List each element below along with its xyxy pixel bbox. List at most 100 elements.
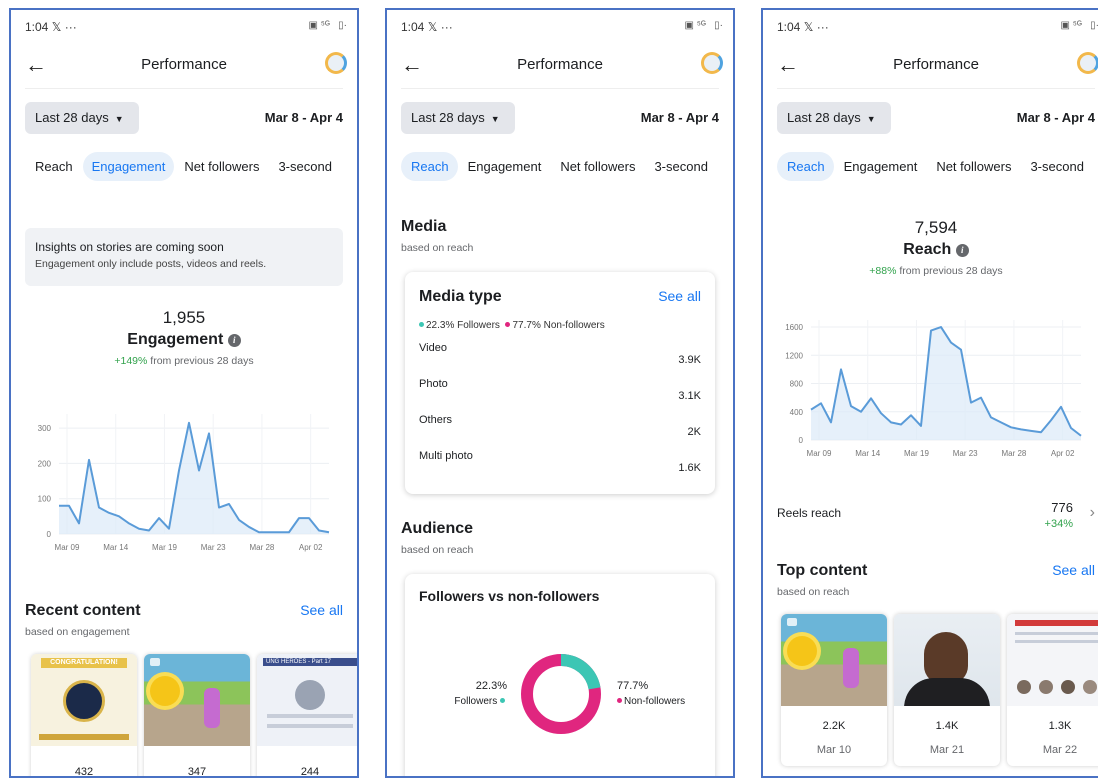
profile-avatar[interactable] bbox=[325, 52, 347, 74]
date-range-dropdown[interactable]: Last 28 days▼ bbox=[401, 102, 515, 134]
reach-label: Reach bbox=[903, 241, 951, 258]
tab-net-followers[interactable]: Net followers bbox=[175, 152, 268, 181]
tab-3-second[interactable]: 3-second bbox=[269, 152, 340, 181]
y-tick-label: 1600 bbox=[785, 323, 803, 332]
status-time: 1:04 bbox=[777, 20, 800, 34]
media-type-value: 2K bbox=[688, 426, 701, 438]
sun-character-icon bbox=[787, 636, 817, 666]
y-tick-label: 100 bbox=[38, 495, 52, 504]
speaker-avatar-icon bbox=[1039, 680, 1053, 694]
tab-engagement[interactable]: Engagement bbox=[459, 152, 551, 181]
top-bar: ← Performance bbox=[763, 50, 1098, 80]
metric-tabs: ReachEngagementNet followers3-second bbox=[25, 152, 357, 182]
followers-dot-icon bbox=[419, 322, 424, 327]
tab-reach[interactable]: Reach bbox=[25, 152, 82, 181]
reach-total: 7,594 bbox=[763, 218, 1098, 238]
content-card[interactable]: 347 bbox=[144, 654, 250, 778]
nonfollowers-dot-icon bbox=[505, 322, 510, 327]
tab-net-followers[interactable]: Net followers bbox=[551, 152, 644, 181]
date-range-dropdown[interactable]: Last 28 days▼ bbox=[777, 102, 891, 134]
status-time: 1:04 bbox=[401, 20, 424, 34]
tab-net-followers[interactable]: Net followers bbox=[927, 152, 1020, 181]
media-type-card: Media type See all 22.3% Followers 77.7%… bbox=[405, 272, 715, 494]
top-content-card[interactable]: 2.2K Mar 10 bbox=[781, 614, 887, 766]
tab-3-second[interactable]: 3-second bbox=[1021, 152, 1092, 181]
media-type-label: Multi photo bbox=[419, 450, 701, 462]
reach-summary: 7,594 Reach i +88% from previous 28 days bbox=[763, 218, 1098, 277]
followers-percent: 22.3% bbox=[423, 680, 507, 692]
top-content-card[interactable]: 1.4K Mar 21 bbox=[894, 614, 1000, 766]
reels-reach-label: Reels reach bbox=[777, 506, 841, 520]
status-bar: 1:04 𝕏 ··· ▣ ⁵ᴳ ▯· bbox=[401, 20, 723, 34]
date-range-label: Last 28 days bbox=[787, 110, 861, 125]
info-icon[interactable]: i bbox=[956, 244, 969, 257]
metric-tabs: ReachEngagementNet followers3-second bbox=[401, 152, 733, 182]
speaker-avatar-icon bbox=[1017, 680, 1031, 694]
media-type-bar bbox=[419, 358, 531, 364]
top-content-date: Mar 22 bbox=[1007, 744, 1098, 756]
metric-tabs: ReachEngagementNet followers3-second bbox=[777, 152, 1098, 182]
content-card[interactable]: UNG HEROES - Part 17 244 bbox=[257, 654, 359, 778]
top-see-all-link[interactable]: See all bbox=[1052, 562, 1095, 578]
y-tick-label: 300 bbox=[38, 424, 52, 433]
content-thumbnail: UNG HEROES - Part 17 bbox=[257, 654, 359, 746]
content-engagement: 347 bbox=[144, 766, 250, 778]
x-tick-label: Apr 02 bbox=[299, 543, 323, 552]
tab-engagement[interactable]: Engagement bbox=[83, 152, 175, 181]
status-bar: 1:04 𝕏 ··· ▣ ⁵ᴳ ▯· bbox=[25, 20, 347, 34]
divider bbox=[25, 88, 343, 89]
tab-3-second[interactable]: 3-second bbox=[645, 152, 716, 181]
screen-engagement: 1:04 𝕏 ··· ▣ ⁵ᴳ ▯· ← Performance Last 28… bbox=[9, 8, 359, 778]
content-thumbnail: CONGRATULATION! bbox=[31, 654, 137, 746]
followers-label: Followers bbox=[454, 696, 497, 707]
top-bar: ← Performance bbox=[387, 50, 733, 80]
y-tick-label: 400 bbox=[790, 408, 804, 417]
divider bbox=[777, 88, 1095, 89]
content-thumbnail bbox=[144, 654, 250, 746]
top-content-card[interactable]: 1.3K Mar 22 bbox=[1007, 614, 1098, 766]
status-time: 1:04 bbox=[25, 20, 48, 34]
top-content-date: Mar 21 bbox=[894, 744, 1000, 756]
media-type-bar bbox=[419, 394, 508, 400]
media-type-label: Photo bbox=[419, 378, 701, 390]
screen-reach: 1:04 𝕏 ··· ▣ ⁵ᴳ ▯· ← Performance Last 28… bbox=[761, 8, 1098, 778]
tab-reach[interactable]: Reach bbox=[401, 152, 458, 181]
profile-avatar[interactable] bbox=[1077, 52, 1098, 74]
tab-engagement[interactable]: Engagement bbox=[835, 152, 927, 181]
y-tick-label: 0 bbox=[47, 530, 52, 539]
video-icon bbox=[787, 618, 797, 626]
reels-reach-change: +34% bbox=[1045, 518, 1073, 530]
congratulation-banner: CONGRATULATION! bbox=[41, 658, 127, 668]
screen-reach-breakdown: 1:04 𝕏 ··· ▣ ⁵ᴳ ▯· ← Performance Last 28… bbox=[385, 8, 735, 778]
tab-reach[interactable]: Reach bbox=[777, 152, 834, 181]
y-tick-label: 0 bbox=[799, 436, 804, 445]
x-tick-label: Mar 19 bbox=[904, 449, 929, 458]
date-range-dropdown[interactable]: Last 28 days▼ bbox=[25, 102, 139, 134]
profile-avatar[interactable] bbox=[701, 52, 723, 74]
signal-icons: ▣ ⁵ᴳ ▯· bbox=[1060, 20, 1098, 31]
signal-icons: ▣ ⁵ᴳ ▯· bbox=[308, 20, 347, 31]
reels-reach-row[interactable]: Reels reach 776 +34% › bbox=[777, 506, 1095, 546]
donut-left-label: 22.3% Followers bbox=[423, 680, 507, 707]
x-tick-label: Mar 19 bbox=[152, 543, 177, 552]
recent-see-all-link[interactable]: See all bbox=[300, 602, 343, 618]
x-tick-label: Mar 23 bbox=[201, 543, 226, 552]
content-card[interactable]: CONGRATULATION! 432 bbox=[31, 654, 137, 778]
media-type-row: Video3.9K bbox=[419, 342, 701, 372]
info-icon[interactable]: i bbox=[228, 334, 241, 347]
status-bar: 1:04 𝕏 ··· ▣ ⁵ᴳ ▯· bbox=[777, 20, 1098, 34]
media-type-label: Others bbox=[419, 414, 701, 426]
y-tick-label: 1200 bbox=[785, 351, 803, 360]
followers-dot-icon bbox=[500, 698, 505, 703]
x-tick-label: Apr 02 bbox=[1051, 449, 1075, 458]
caret-down-icon: ▼ bbox=[115, 114, 124, 124]
media-type-title: Media type bbox=[419, 288, 502, 306]
y-tick-label: 200 bbox=[38, 459, 52, 468]
media-see-all-link[interactable]: See all bbox=[658, 288, 701, 304]
audience-subtitle: based on reach bbox=[401, 544, 473, 556]
top-content-value: 1.4K bbox=[894, 720, 1000, 732]
top-content-value: 1.3K bbox=[1007, 720, 1098, 732]
engagement-total: 1,955 bbox=[11, 308, 357, 328]
content-engagement: 244 bbox=[257, 766, 359, 778]
cartoon-character-icon bbox=[204, 688, 220, 728]
